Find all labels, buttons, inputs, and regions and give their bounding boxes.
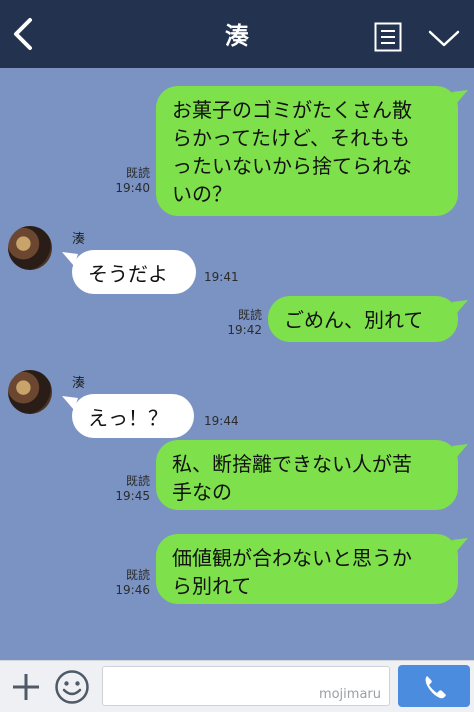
message-time: 19:44 (204, 414, 239, 428)
message-time: 19:40 (115, 181, 150, 195)
message-composer: mojimaru (0, 660, 474, 712)
message-bubble-incoming[interactable]: そうだよ (72, 250, 196, 294)
bubble-tail (452, 444, 468, 458)
bubble-tail (452, 538, 468, 552)
message-bubble-outgoing[interactable]: お菓子のゴミがたくさん散 らかってたけど、それもも ったいないから捨てられな い… (156, 86, 458, 216)
bubble-tail (452, 300, 468, 314)
chevron-down-icon (428, 30, 460, 47)
message-bubble-outgoing[interactable]: ごめん、別れて (268, 296, 458, 342)
sender-name: 湊 (72, 376, 86, 391)
sender-name: 湊 (72, 232, 86, 247)
emoji-button[interactable] (54, 669, 90, 705)
message-meta: 既読 19:42 (216, 308, 262, 338)
read-receipt: 既読 (125, 474, 150, 488)
watermark: mojimaru (318, 687, 381, 702)
call-button[interactable] (398, 665, 470, 707)
read-receipt: 既読 (237, 308, 262, 322)
message-time: 19:41 (204, 270, 239, 284)
message-bubble-incoming[interactable]: えっ！？ (72, 394, 194, 438)
menu-list-icon (374, 22, 402, 52)
message-meta: 既読 19:45 (104, 474, 150, 504)
phone-icon (425, 676, 446, 699)
message-input[interactable]: mojimaru (102, 666, 390, 706)
smiley-icon (55, 670, 89, 704)
message-meta: 既読 19:40 (104, 166, 150, 196)
read-receipt: 既読 (125, 166, 150, 180)
add-attachment-button[interactable] (10, 671, 42, 703)
message-time: 19:46 (115, 583, 150, 597)
message-bubble-outgoing[interactable]: 私、断捨離できない人が苦 手なの (156, 440, 458, 510)
read-receipt: 既読 (125, 568, 150, 582)
avatar[interactable] (8, 226, 52, 270)
bubble-tail (452, 90, 468, 104)
chat-title: 湊 (225, 22, 249, 50)
message-time: 19:45 (115, 489, 150, 503)
menu-button[interactable] (374, 22, 402, 52)
message-bubble-outgoing[interactable]: 価値観が合わないと思うか ら別れて (156, 534, 458, 604)
chat-header: 湊 (0, 0, 474, 68)
avatar[interactable] (8, 370, 52, 414)
plus-icon (13, 674, 39, 700)
message-time: 19:42 (227, 323, 262, 337)
chat-area[interactable]: お菓子のゴミがたくさん散 らかってたけど、それもも ったいないから捨てられな い… (0, 68, 474, 660)
message-meta: 既読 19:46 (104, 568, 150, 598)
more-options-button[interactable] (426, 26, 462, 50)
